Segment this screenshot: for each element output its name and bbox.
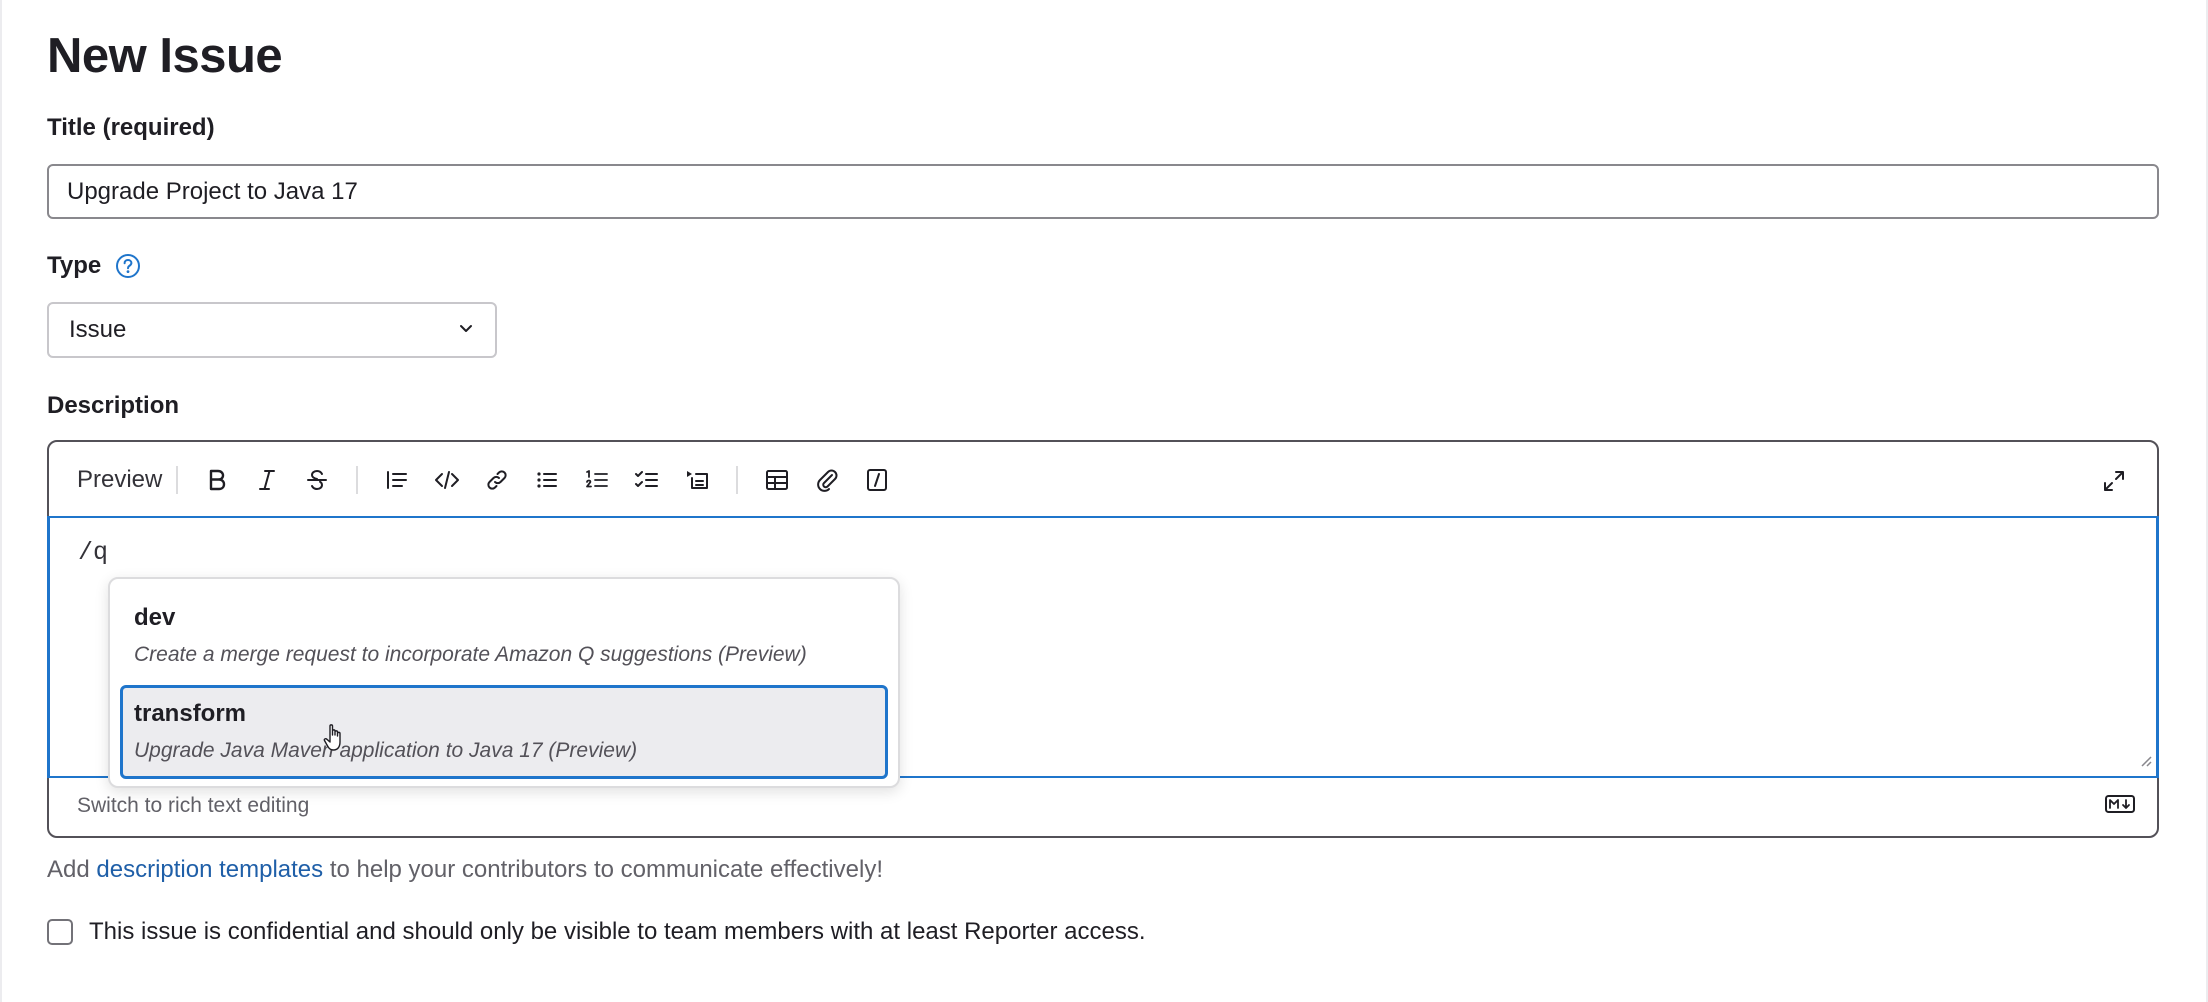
autocomplete-item-transform[interactable]: transform Upgrade Java Maven application… — [120, 685, 888, 779]
help-suffix: to help your contributors to communicate… — [329, 856, 883, 883]
help-prefix: Add — [47, 856, 90, 883]
type-select[interactable]: Issue — [47, 302, 497, 358]
autocomplete-item-description: Create a merge request to incorporate Am… — [134, 643, 807, 666]
chevron-down-icon — [457, 316, 475, 344]
bold-icon[interactable] — [192, 455, 242, 505]
collapsible-icon[interactable] — [672, 455, 722, 505]
task-list-icon[interactable] — [622, 455, 672, 505]
numbered-list-icon[interactable] — [572, 455, 622, 505]
quick-action-autocomplete: dev Create a merge request to incorporat… — [108, 577, 900, 788]
code-icon[interactable] — [422, 455, 472, 505]
toolbar-divider — [356, 465, 359, 494]
confidential-row: This issue is confidential and should on… — [47, 918, 1146, 946]
description-templates-link[interactable]: description templates — [96, 856, 323, 883]
page-title: New Issue — [47, 29, 283, 83]
table-icon[interactable] — [752, 455, 802, 505]
autocomplete-item-name: dev — [134, 604, 176, 631]
autocomplete-item-name: transform — [134, 700, 247, 727]
autocomplete-item-description: Upgrade Java Maven application to Java 1… — [134, 739, 638, 762]
quote-icon[interactable] — [372, 455, 422, 505]
description-templates-help: Add description templates to help your c… — [47, 855, 883, 885]
hand-cursor-icon — [322, 722, 348, 759]
preview-tab[interactable]: Preview — [77, 465, 162, 495]
confidential-checkbox[interactable] — [47, 919, 73, 945]
link-icon[interactable] — [472, 455, 522, 505]
title-label: Title (required) — [47, 114, 215, 141]
editor-toolbar: Preview — [49, 442, 2157, 517]
italic-icon[interactable] — [242, 455, 292, 505]
new-issue-page: New Issue Title (required) Type Issue De… — [0, 0, 2208, 1002]
type-select-value: Issue — [69, 316, 127, 343]
toolbar-divider — [736, 465, 739, 494]
type-label: Type — [47, 252, 102, 279]
attach-icon[interactable] — [802, 455, 852, 505]
question-circle-icon[interactable] — [115, 253, 141, 279]
type-label-row: Type — [47, 251, 141, 281]
autocomplete-item-dev[interactable]: dev Create a merge request to incorporat… — [120, 603, 888, 683]
strikethrough-icon[interactable] — [292, 455, 342, 505]
bullet-list-icon[interactable] — [522, 455, 572, 505]
description-text: /q — [78, 538, 109, 567]
description-label: Description — [47, 392, 180, 419]
title-input[interactable] — [47, 164, 2159, 219]
resize-handle-icon[interactable] — [2138, 753, 2152, 772]
fullscreen-icon[interactable] — [2089, 456, 2139, 506]
switch-rich-text-link[interactable]: Switch to rich text editing — [77, 794, 309, 818]
markdown-icon — [2105, 794, 2135, 818]
toolbar-divider — [176, 465, 179, 494]
quick-action-icon[interactable] — [852, 455, 902, 505]
confidential-label[interactable]: This issue is confidential and should on… — [89, 918, 1146, 946]
